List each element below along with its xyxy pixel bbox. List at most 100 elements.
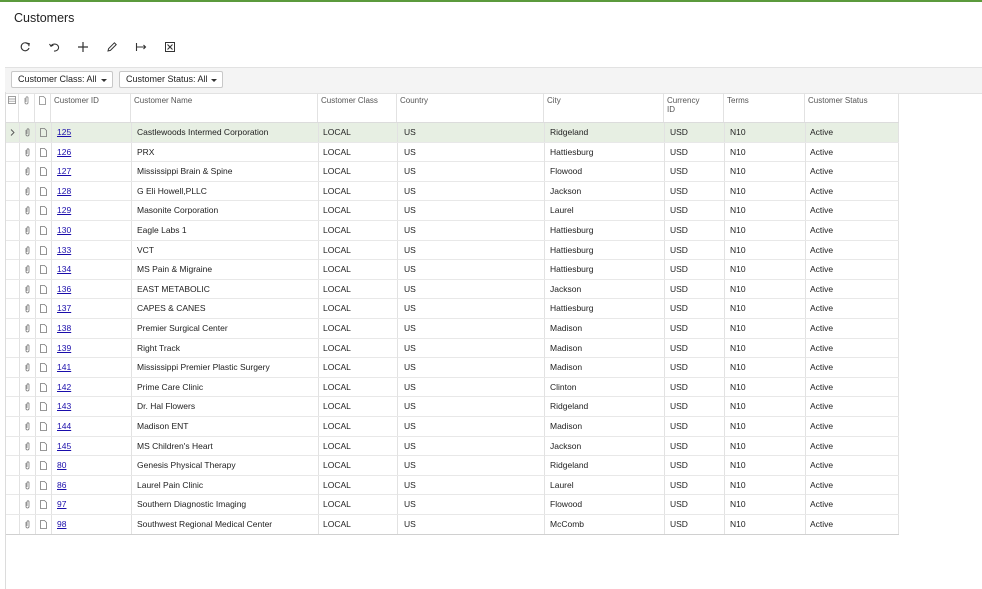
- add-button[interactable]: [68, 38, 97, 56]
- document-icon[interactable]: [40, 441, 47, 451]
- table-row[interactable]: 136 EAST METABOLIC LOCAL US Jackson USD N10 Act…: [6, 279, 899, 300]
- table-row[interactable]: 145 MS Children's Heart LOCAL US Jackson USD N…: [6, 436, 899, 457]
- paperclip-icon[interactable]: [24, 343, 31, 353]
- customer-id-link[interactable]: 98: [57, 519, 66, 529]
- document-icon[interactable]: [40, 422, 47, 431]
- table-row[interactable]: 128 G Eli Howell,PLLC LOCAL US Jackson USD N10…: [6, 181, 899, 202]
- document-icon[interactable]: [40, 324, 47, 333]
- paperclip-icon[interactable]: [24, 206, 31, 215]
- header-attachments[interactable]: [19, 93, 35, 122]
- refresh-button[interactable]: [10, 38, 39, 56]
- customer-id-link[interactable]: 133: [57, 245, 71, 255]
- customer-id-link[interactable]: 127: [57, 166, 71, 176]
- document-icon[interactable]: [40, 382, 47, 392]
- customer-id-link[interactable]: 138: [57, 323, 71, 333]
- document-icon[interactable]: [40, 343, 47, 353]
- customer-id-link[interactable]: 139: [57, 343, 71, 353]
- customer-id-link[interactable]: 125: [57, 127, 71, 137]
- document-icon[interactable]: [40, 461, 47, 471]
- header-customer-status[interactable]: Customer Status: [805, 93, 899, 122]
- paperclip-icon[interactable]: [24, 500, 31, 509]
- paperclip-icon[interactable]: [24, 187, 31, 196]
- export-excel-button[interactable]: [155, 38, 184, 56]
- customer-id-link[interactable]: 136: [57, 284, 71, 294]
- customer-id-link[interactable]: 80: [57, 460, 66, 470]
- paperclip-icon[interactable]: [24, 520, 31, 529]
- table-row[interactable]: 144 Madison ENT LOCAL US Madison USD N10 Active: [6, 417, 899, 437]
- customer-id-link[interactable]: 130: [57, 225, 71, 235]
- paperclip-icon[interactable]: [24, 441, 31, 451]
- document-icon[interactable]: [40, 206, 47, 216]
- document-icon[interactable]: [40, 520, 47, 529]
- customer-id-cell[interactable]: 136: [57, 280, 71, 299]
- paperclip-icon[interactable]: [24, 245, 31, 255]
- table-row[interactable]: 130 Eagle Labs 1 LOCAL US Hattiesburg USD N10 A…: [6, 221, 899, 241]
- table-row[interactable]: 127 Mississippi Brain & Spine LOCAL US Flowo…: [6, 162, 899, 182]
- paperclip-icon[interactable]: [24, 383, 31, 392]
- customer-id-cell[interactable]: 145: [57, 437, 71, 456]
- paperclip-icon[interactable]: [24, 167, 31, 176]
- table-row[interactable]: 138 Premier Surgical Center LOCAL US Madison…: [6, 319, 899, 339]
- customer-status-filter[interactable]: Customer Status: All: [119, 71, 223, 88]
- table-row[interactable]: 129 Masonite Corporation LOCAL US Laurel USD N…: [6, 201, 899, 221]
- customer-id-link[interactable]: 134: [57, 264, 71, 274]
- paperclip-icon[interactable]: [24, 324, 31, 333]
- customer-id-cell[interactable]: 127: [57, 162, 71, 181]
- customer-id-cell[interactable]: 134: [57, 260, 71, 279]
- customer-id-link[interactable]: 137: [57, 303, 71, 313]
- customer-id-cell[interactable]: 86: [57, 476, 66, 495]
- paperclip-icon[interactable]: [24, 481, 31, 490]
- table-row[interactable]: 143 Dr. Hal Flowers LOCAL US Ridgeland USD N10…: [6, 397, 899, 417]
- document-icon[interactable]: [40, 265, 47, 275]
- paperclip-icon[interactable]: [24, 265, 31, 274]
- customer-id-link[interactable]: 128: [57, 186, 71, 196]
- customer-id-cell[interactable]: 142: [57, 378, 71, 397]
- table-row[interactable]: 137 CAPES & CANES LOCAL US Hattiesburg USD N10…: [6, 299, 899, 319]
- paperclip-icon[interactable]: [24, 402, 31, 411]
- document-icon[interactable]: [40, 245, 47, 255]
- document-icon[interactable]: [40, 167, 47, 177]
- table-row[interactable]: 126 PRX LOCAL US Hattiesburg USD N10 Active: [6, 142, 899, 163]
- document-icon[interactable]: [40, 363, 47, 373]
- header-notes[interactable]: [35, 93, 51, 122]
- table-row[interactable]: 86 Laurel Pain Clinic LOCAL US Laurel USD N10 A…: [6, 475, 899, 496]
- customer-id-cell[interactable]: 137: [57, 299, 71, 318]
- table-row[interactable]: 141 Mississippi Premier Plastic Surgery LO…: [6, 358, 899, 378]
- table-row[interactable]: 142 Prime Care Clinic LOCAL US Clinton USD N10…: [6, 377, 899, 398]
- table-row[interactable]: 97 Southern Diagnostic Imaging LOCAL US Flow…: [6, 495, 899, 515]
- paperclip-icon[interactable]: [24, 128, 31, 137]
- customer-id-link[interactable]: 126: [57, 147, 71, 157]
- customer-id-link[interactable]: 129: [57, 205, 71, 215]
- customer-id-cell[interactable]: 128: [57, 182, 71, 201]
- table-row[interactable]: 133 VCT LOCAL US Hattiesburg USD N10 Active: [6, 240, 899, 261]
- customer-id-link[interactable]: 144: [57, 421, 71, 431]
- header-customer-id[interactable]: Customer ID: [51, 93, 131, 122]
- customer-id-cell[interactable]: 141: [57, 358, 71, 377]
- fit-columns-button[interactable]: [126, 38, 155, 56]
- document-icon[interactable]: [40, 402, 47, 412]
- customer-id-cell[interactable]: 98: [57, 515, 66, 534]
- customer-id-cell[interactable]: 80: [57, 456, 66, 475]
- paperclip-icon[interactable]: [24, 285, 31, 294]
- customer-id-link[interactable]: 142: [57, 382, 71, 392]
- undo-button[interactable]: [39, 38, 68, 56]
- header-country[interactable]: Country: [397, 93, 544, 122]
- customer-id-cell[interactable]: 125: [57, 123, 71, 142]
- customer-id-cell[interactable]: 130: [57, 221, 71, 240]
- header-row-selector[interactable]: [6, 93, 19, 122]
- customer-id-cell[interactable]: 129: [57, 201, 71, 220]
- header-city[interactable]: City: [544, 93, 664, 122]
- customer-id-cell[interactable]: 133: [57, 241, 71, 260]
- customer-id-cell[interactable]: 126: [57, 143, 71, 162]
- customer-id-link[interactable]: 86: [57, 480, 66, 490]
- table-row[interactable]: 134 MS Pain & Migraine LOCAL US Hattiesburg U…: [6, 260, 899, 280]
- customer-id-cell[interactable]: 143: [57, 397, 71, 416]
- header-terms[interactable]: Terms: [724, 93, 805, 122]
- document-icon[interactable]: [40, 128, 47, 137]
- table-row[interactable]: 80 Genesis Physical Therapy LOCAL US Ridgela…: [6, 456, 899, 476]
- table-row[interactable]: 98 Southwest Regional Medical Center LOCAL…: [6, 515, 899, 535]
- edit-button[interactable]: [97, 38, 126, 56]
- document-icon[interactable]: [40, 284, 47, 294]
- document-icon[interactable]: [40, 304, 47, 314]
- table-row[interactable]: 125 Castlewoods Intermed Corporation LOCAL…: [6, 123, 899, 143]
